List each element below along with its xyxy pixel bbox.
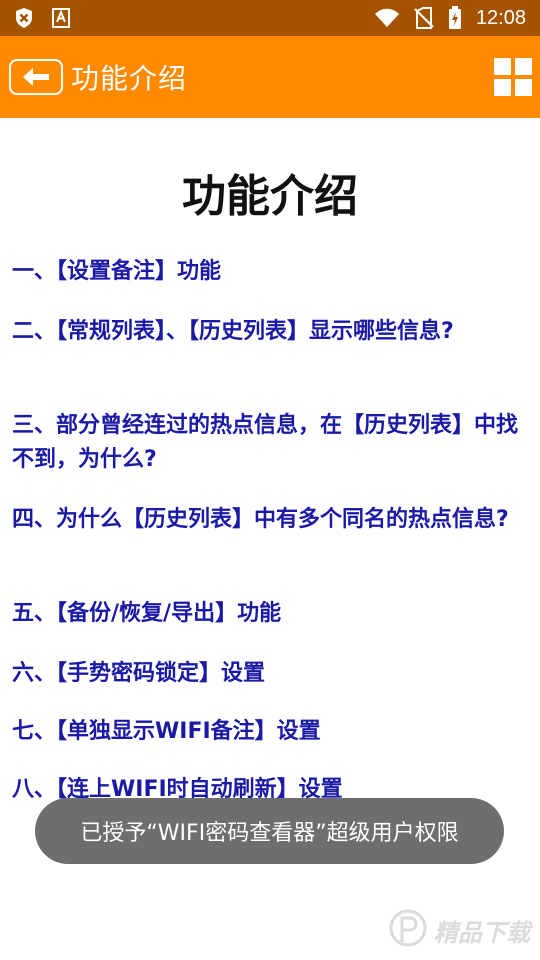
toast-message: 已授予“WIFI密码查看器”超级用户权限 xyxy=(80,821,459,846)
faq-item-1[interactable]: 一、【设置备注】功能 xyxy=(12,255,524,289)
faq-item-3[interactable]: 三、部分曾经连过的热点信息，在【历史列表】中找不到，为什么? xyxy=(12,409,524,477)
faq-item-5[interactable]: 五、【备份/恢复/导出】功能 xyxy=(12,597,524,631)
grid-icon-cell xyxy=(494,79,511,96)
watermark-logo-icon xyxy=(389,909,427,947)
status-right: 12:08 xyxy=(374,6,526,30)
faq-item-4[interactable]: 四、为什么【历史列表】中有多个同名的热点信息? xyxy=(12,503,524,537)
app-bar: 功能介绍 xyxy=(0,36,540,118)
watermark-text: 精品下载 xyxy=(434,918,530,947)
no-sim-icon xyxy=(414,7,434,29)
wifi-icon xyxy=(374,8,400,28)
grid-menu-button[interactable] xyxy=(494,58,532,96)
notification-close-icon xyxy=(14,7,34,29)
status-left xyxy=(14,7,70,29)
back-button[interactable] xyxy=(9,59,63,95)
faq-item-6[interactable]: 六、【手势密码锁定】设置 xyxy=(12,657,524,691)
watermark: 精品下载 xyxy=(388,908,530,952)
arrow-left-icon xyxy=(23,68,49,86)
status-time: 12:08 xyxy=(475,6,526,29)
font-app-icon xyxy=(52,8,70,28)
faq-item-7[interactable]: 七、【单独显示WIFI备注】设置 xyxy=(12,715,524,749)
battery-charging-icon xyxy=(448,6,462,30)
page-title: 功能介绍 xyxy=(182,171,358,222)
toast: 已授予“WIFI密码查看器”超级用户权限 xyxy=(35,798,504,864)
faq-item-2[interactable]: 二、【常规列表】、【历史列表】显示哪些信息? xyxy=(12,315,524,349)
grid-icon xyxy=(494,58,511,75)
status-bar: 12:08 xyxy=(0,0,540,36)
app-bar-title: 功能介绍 xyxy=(71,62,188,95)
grid-icon-cell xyxy=(515,79,532,96)
grid-icon-cell xyxy=(515,58,532,75)
